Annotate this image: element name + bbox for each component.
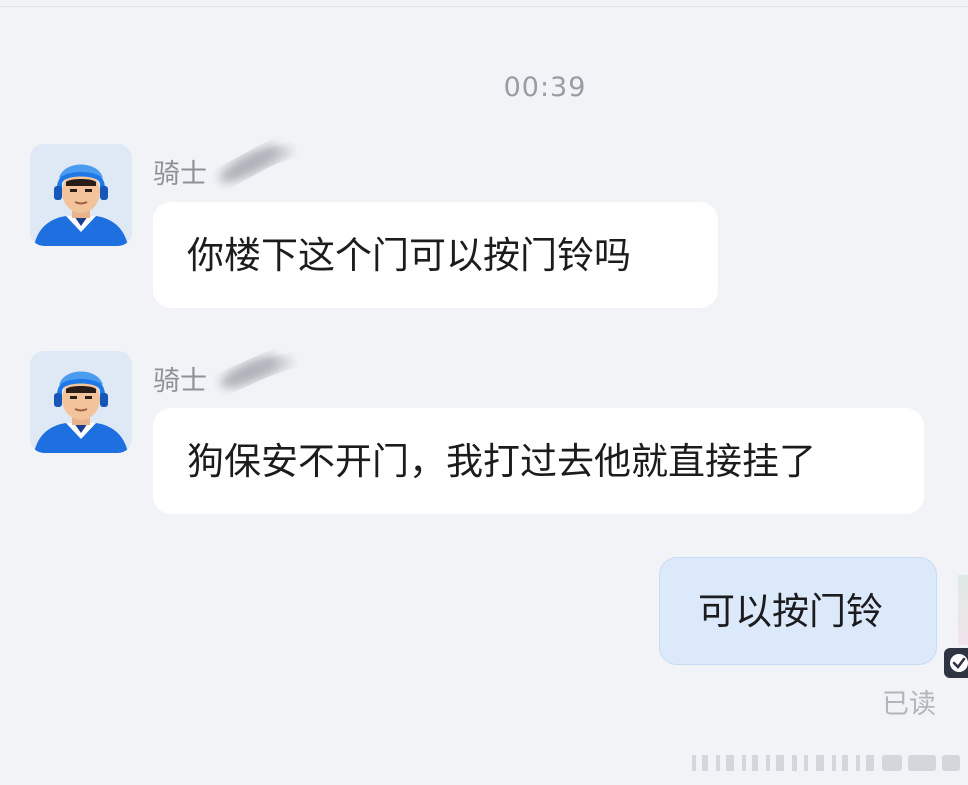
rider-avatar[interactable] xyxy=(30,144,132,246)
blurred-name-icon xyxy=(219,145,293,183)
rider-avatar-icon xyxy=(30,144,132,246)
blurred-name-icon xyxy=(220,356,294,388)
message-text: 可以按门铃 xyxy=(698,590,883,633)
message-bubble-outgoing[interactable]: 可以按门铃 xyxy=(659,557,937,665)
check-badge-icon xyxy=(944,648,968,678)
rider-avatar[interactable] xyxy=(30,351,132,453)
sender-name: 骑士 xyxy=(153,159,207,190)
sender-name: 骑士 xyxy=(153,366,207,397)
message-text: 狗保安不开门，我打过去他就直接挂了 xyxy=(187,440,816,483)
edge-partial-element xyxy=(958,575,968,645)
message-bubble-incoming[interactable]: 狗保安不开门，我打过去他就直接挂了 xyxy=(153,408,924,514)
rider-avatar-icon xyxy=(30,351,132,453)
top-divider xyxy=(0,6,968,7)
message-text: 你楼下这个门可以按门铃吗 xyxy=(187,234,631,277)
watermark-icon xyxy=(692,755,960,771)
message-timestamp: 00:39 xyxy=(503,72,587,103)
read-status: 已读 xyxy=(882,689,936,720)
message-bubble-incoming[interactable]: 你楼下这个门可以按门铃吗 xyxy=(153,202,718,308)
